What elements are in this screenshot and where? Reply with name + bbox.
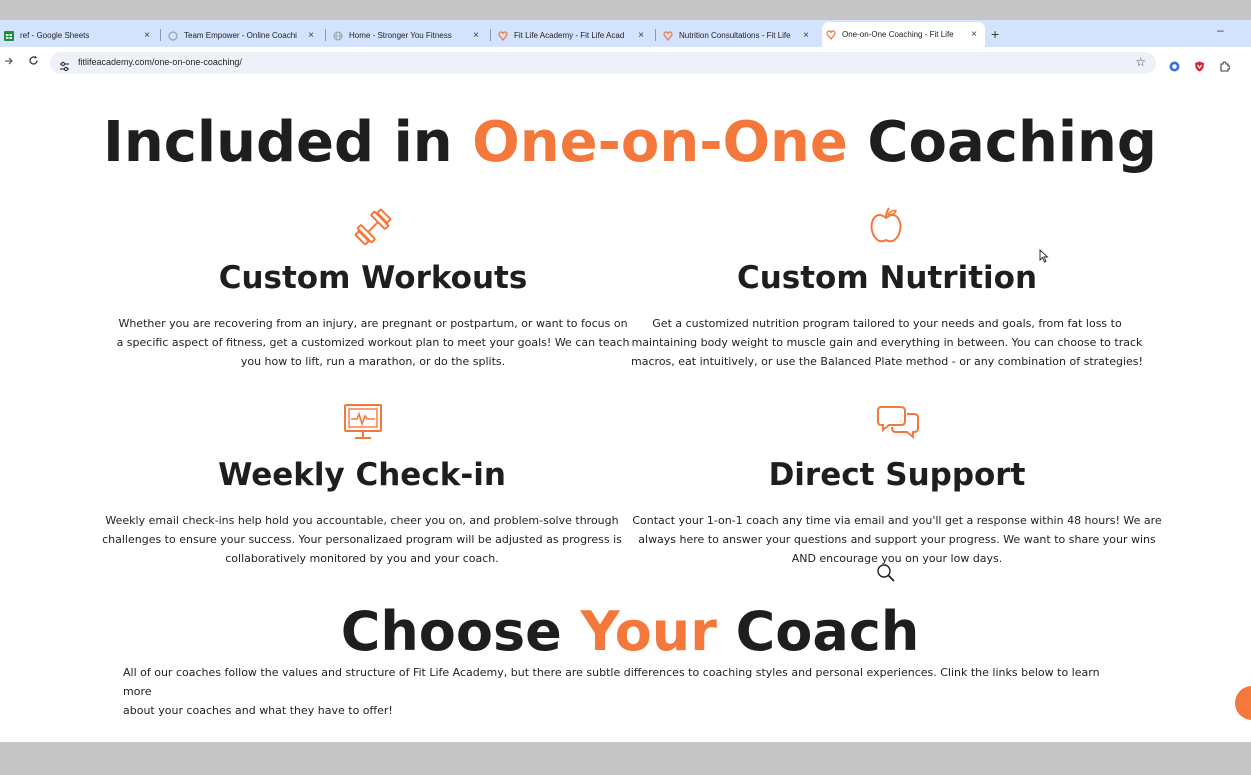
title-text: Coaching [847,110,1157,175]
loading-icon [168,30,178,41]
monitor-heartbeat-icon [343,403,383,445]
page-content: Included in One-on-One Coaching Custom W… [0,80,1251,742]
tab-team-empower[interactable]: Team Empower - Online Coachi × [164,24,322,47]
feature-title: Custom Workouts [218,260,528,296]
feature-description: Contact your 1-on-1 coach any time via e… [627,511,1167,568]
tab-separator [325,29,326,41]
fitlife-logo-icon [663,30,673,41]
globe-icon [333,31,343,41]
text-line: Weekly email check-ins help hold you acc… [105,514,619,527]
magnifier-cursor-icon [876,563,896,587]
chat-widget-button[interactable] [1235,686,1251,720]
text-line: you how to lift, run a marathon, or do t… [240,355,506,368]
tab-separator [655,29,656,41]
tab-close-button[interactable]: × [306,30,316,41]
tab-close-button[interactable]: × [471,30,481,41]
text-line: maintaining body weight to muscle gain a… [631,336,1143,349]
forward-button[interactable] [4,56,14,69]
text-line: AND encourage you on your low days. [791,552,1003,565]
section-title: Choose Your Coach [0,600,1251,663]
tab-separator [490,29,491,41]
apple-icon [869,206,903,250]
tab-close-button[interactable]: × [969,29,979,40]
google-sheets-icon [4,30,14,41]
bookmark-star-icon[interactable]: ☆ [1135,55,1146,69]
text-line: Contact your 1-on-1 coach any time via e… [632,514,1162,527]
reload-button[interactable] [28,55,39,69]
tab-one-on-one-coaching[interactable]: One-on-One Coaching - Fit Life × [822,22,985,47]
text-line: All of our coaches follow the values and… [123,666,1100,698]
tab-title: ref - Google Sheets [20,31,90,40]
feature-description: Whether you are recovering from an injur… [113,314,633,371]
extensions-puzzle-icon[interactable] [1219,57,1231,76]
feature-title: Direct Support [768,457,1026,493]
url-text[interactable]: fitlifeacademy.com/one-on-one-coaching/ [78,57,242,67]
tab-close-button[interactable]: × [801,30,811,41]
title-accent-text: One-on-One [472,110,848,175]
tab-separator [160,29,161,41]
tab-title: Home - Stronger You Fitness [349,31,452,40]
reload-icon [29,55,38,65]
feature-description: Weekly email check-ins help hold you acc… [92,511,632,568]
tab-nutrition-consultations[interactable]: Nutrition Consultations - Fit Life × [659,24,817,47]
title-text: Included in [103,110,473,175]
tab-fit-life-academy[interactable]: Fit Life Academy - Fit Life Acad × [494,24,652,47]
tab-title: Nutrition Consultations - Fit Life [679,31,791,40]
tab-title: Team Empower - Online Coachi [184,31,297,40]
shield-extension-icon[interactable] [1194,57,1205,76]
page-title: Included in One-on-One Coaching [0,110,1251,175]
fitlife-logo-icon [498,30,508,41]
tab-title: Fit Life Academy - Fit Life Acad [514,31,625,40]
dumbbell-icon [353,207,393,251]
tab-close-button[interactable]: × [142,30,152,41]
browser-toolbar: fitlifeacademy.com/one-on-one-coaching/ … [0,47,1251,80]
text-line: collaboratively monitored by you and you… [225,552,499,565]
text-line: a specific aspect of fitness, get a cust… [116,336,630,349]
address-bar[interactable]: fitlifeacademy.com/one-on-one-coaching/ … [50,52,1156,74]
text-line: about your coaches and what they have to… [123,704,393,717]
tab-strip: ref - Google Sheets × Team Empower - Onl… [0,20,1251,47]
tab-google-sheets[interactable]: ref - Google Sheets × [0,24,158,47]
text-line: Get a customized nutrition program tailo… [652,317,1122,330]
site-info-icon[interactable] [59,57,70,76]
tab-close-button[interactable]: × [636,30,646,41]
feature-title: Weekly Check-in [218,457,506,493]
coach-intro-text: All of our coaches follow the values and… [123,663,1123,720]
mouse-pointer-icon [1039,248,1049,267]
text-line: macros, eat intuitively, or use the Bala… [631,355,1143,368]
section-title-text: Choose [340,600,581,663]
tab-title: One-on-One Coaching - Fit Life [842,30,954,39]
tab-stronger-you[interactable]: Home - Stronger You Fitness × [329,24,487,47]
section-title-text: Coach [716,600,920,663]
new-tab-button[interactable]: + [991,26,999,42]
chat-bubbles-icon [877,405,919,443]
section-title-accent-text: Your [580,600,717,663]
text-line: always here to answer your questions and… [638,533,1156,546]
text-line: challenges to ensure your success. Your … [102,533,622,546]
minimize-button[interactable]: – [1217,23,1224,37]
feature-description: Get a customized nutrition program tailo… [627,314,1147,371]
text-line: Whether you are recovering from an injur… [118,317,628,330]
extension-blue-icon[interactable] [1169,57,1180,76]
fitlife-logo-icon [826,29,836,40]
feature-title: Custom Nutrition [736,260,1038,296]
arrow-right-icon [5,57,13,65]
